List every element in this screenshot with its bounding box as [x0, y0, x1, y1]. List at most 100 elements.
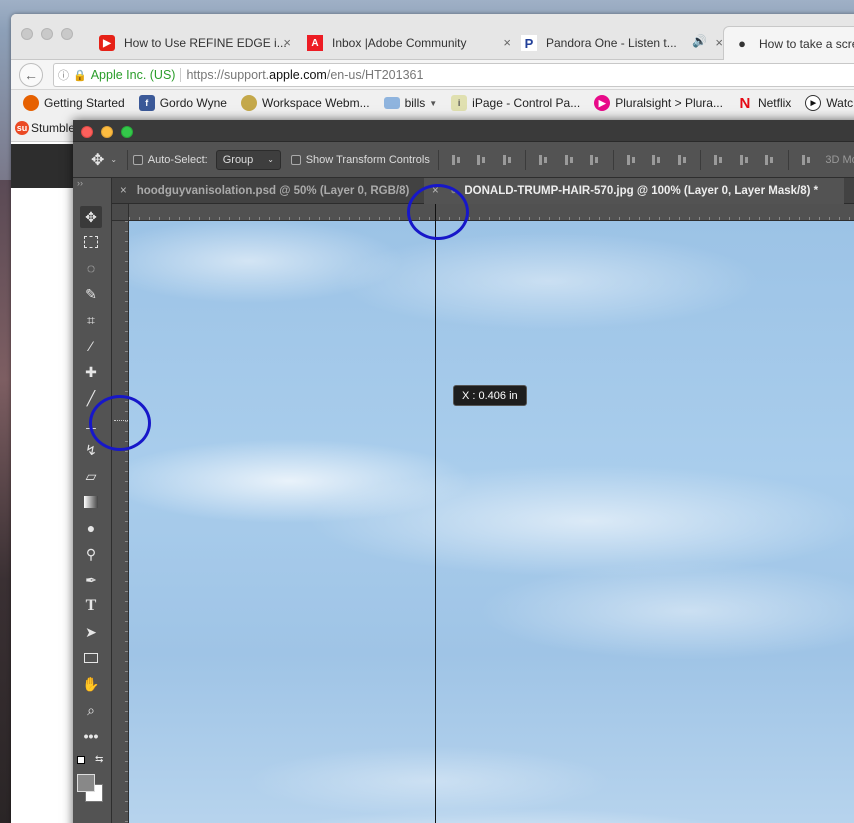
tools-panel: ›› ✥ ◌ ✎ ⌗ ⁄ ✚ ╱ ⊥ ↯ ▱ ● ⚲ ✒ T ➤ ✋ ⌕ •••… — [73, 178, 112, 823]
swap-colors-icon[interactable]: ⇆ — [95, 754, 103, 765]
distribute-horizontal-icon[interactable] — [738, 153, 752, 167]
annotation-circle — [89, 395, 151, 451]
align-left-edges-icon[interactable] — [537, 153, 551, 167]
tab-title: How to Use REFINE EDGE i... — [124, 36, 287, 50]
bookmark-ipage[interactable]: i iPage - Control Pa... — [451, 95, 580, 111]
url-input[interactable]: ⓘ 🔒 Apple Inc. (US) https://support. appl… — [53, 63, 854, 87]
browser-tab-bar: ▶ How to Use REFINE EDGE i... × A Inbox … — [11, 14, 854, 60]
auto-select-dropdown[interactable]: Group ⌄ — [215, 149, 281, 170]
youtube-icon: ▶ — [99, 35, 115, 51]
horizontal-ruler[interactable] — [129, 204, 854, 221]
auto-align-layers-icon[interactable] — [800, 153, 814, 167]
align-horizontal-centers-icon[interactable] — [563, 153, 577, 167]
bookmark-gordo-wyne[interactable]: f Gordo Wyne — [138, 95, 227, 111]
bookmarks-toolbar: Getting Started f Gordo Wyne Workspace W… — [11, 90, 854, 116]
rectangle-tool-icon[interactable] — [80, 647, 102, 669]
foreground-color-swatch[interactable] — [77, 774, 95, 792]
eraser-tool-icon[interactable]: ▱ — [80, 465, 102, 487]
guide-position-tooltip: X : 0.406 in — [453, 385, 527, 406]
align-bottom-edges-icon[interactable] — [501, 153, 515, 167]
lasso-tool-icon[interactable]: ◌ — [80, 257, 102, 279]
folder-icon — [383, 97, 400, 109]
vertical-guide[interactable] — [435, 204, 436, 823]
browser-tab-pandora[interactable]: P Pandora One - Listen t... 🔊 × — [521, 26, 731, 60]
move-tool-icon[interactable]: ✥ — [91, 150, 104, 170]
bookmark-folder-bills[interactable]: bills ▼ — [383, 96, 438, 110]
speaker-icon[interactable]: 🔊 — [692, 34, 707, 48]
blur-tool-icon[interactable]: ● — [80, 517, 102, 539]
more-tools-icon[interactable]: ••• — [80, 725, 102, 747]
transform-controls-label: Show Transform Controls — [305, 153, 430, 166]
align-vertical-centers-icon[interactable] — [475, 153, 489, 167]
marquee-tool-icon[interactable] — [80, 231, 102, 253]
document-canvas[interactable] — [129, 221, 854, 823]
ps-minimize-button[interactable] — [101, 126, 113, 138]
options-bar: ✥ ⌄ Auto-Select: Group ⌄ Show Transform … — [73, 142, 854, 178]
transform-controls-checkbox[interactable] — [291, 154, 301, 165]
apple-icon: ● — [738, 36, 746, 51]
ruler-origin[interactable] — [112, 204, 129, 221]
bookmark-netflix[interactable]: N Netflix — [737, 94, 792, 112]
pandora-icon: P — [521, 35, 537, 51]
healing-brush-tool-icon[interactable]: ✚ — [80, 361, 102, 383]
vertical-ruler[interactable] — [112, 221, 129, 823]
path-selection-tool-icon[interactable]: ➤ — [80, 621, 102, 643]
distribute-vertical-icon[interactable] — [650, 153, 664, 167]
close-window-button[interactable] — [21, 28, 33, 40]
distribute-bottom-icon[interactable] — [676, 153, 690, 167]
bookmark-workspace-webmail[interactable]: Workspace Webm... — [240, 95, 370, 111]
hand-tool-icon[interactable]: ✋ — [80, 673, 102, 695]
doc-tab-donald-trump-hair[interactable]: × ⚬ DONALD-TRUMP-HAIR-570.jpg @ 100% (La… — [424, 178, 844, 204]
adobe-icon: A — [307, 35, 323, 51]
bookmark-getting-started[interactable]: Getting Started — [23, 95, 125, 111]
lock-icon: 🔒 — [73, 69, 87, 82]
zoom-window-button[interactable] — [61, 28, 73, 40]
play-icon: ▶ — [805, 95, 822, 111]
close-tab-icon[interactable]: × — [715, 35, 723, 50]
chevron-down-icon: ⌄ — [267, 155, 274, 164]
info-icon[interactable]: ⓘ — [58, 67, 69, 83]
pen-tool-icon[interactable]: ✒ — [80, 569, 102, 591]
minimize-window-button[interactable] — [41, 28, 53, 40]
site-identity[interactable]: Apple Inc. (US) — [91, 68, 176, 82]
chevron-down-icon: ▼ — [429, 98, 438, 108]
back-arrow-icon: ← — [24, 67, 38, 83]
document-tabs: × hoodguyvanisolation.psd @ 50% (Layer 0… — [112, 178, 854, 204]
distribute-right-icon[interactable] — [763, 153, 777, 167]
distribute-left-icon[interactable] — [712, 153, 726, 167]
url-prefix: https://support. — [186, 68, 270, 82]
type-tool-icon[interactable]: T — [80, 595, 102, 617]
collapse-panel-icon[interactable]: ›› — [77, 178, 83, 188]
bookmark-stumble[interactable]: su Stumble — [15, 121, 75, 135]
annotation-circle — [407, 184, 469, 240]
close-tab-icon[interactable]: × — [120, 185, 127, 197]
netflix-icon: N — [739, 94, 751, 112]
zoom-tool-icon[interactable]: ⌕ — [80, 699, 102, 721]
pluralsight-icon: ▶ — [594, 95, 611, 111]
ps-zoom-button[interactable] — [121, 126, 133, 138]
distribute-top-icon[interactable] — [625, 153, 639, 167]
dodge-tool-icon[interactable]: ⚲ — [80, 543, 102, 565]
bookmark-watch[interactable]: ▶ Watc — [805, 95, 853, 111]
auto-select-checkbox[interactable] — [133, 154, 143, 165]
browser-tab-apple[interactable]: ● How to take a scree — [723, 26, 854, 60]
bookmark-pluralsight[interactable]: ▶ Pluralsight > Plura... — [594, 95, 723, 111]
align-right-edges-icon[interactable] — [588, 153, 602, 167]
ps-close-button[interactable] — [81, 126, 93, 138]
browser-tab-adobe[interactable]: A Inbox |Adobe Community × — [307, 26, 519, 60]
gradient-tool-icon[interactable] — [80, 491, 102, 513]
default-colors-icon[interactable] — [77, 756, 85, 764]
crop-tool-icon[interactable]: ⌗ — [80, 309, 102, 331]
back-button[interactable]: ← — [19, 63, 43, 87]
quick-selection-tool-icon[interactable]: ✎ — [80, 283, 102, 305]
align-top-edges-icon[interactable] — [450, 153, 464, 167]
close-tab-icon[interactable]: × — [503, 35, 511, 50]
webmail-icon — [240, 95, 257, 111]
facebook-icon: f — [138, 95, 155, 111]
doc-tab-hoodguy[interactable]: × hoodguyvanisolation.psd @ 50% (Layer 0… — [112, 178, 422, 204]
eyedropper-tool-icon[interactable]: ⁄ — [80, 335, 102, 357]
close-tab-icon[interactable]: × — [283, 35, 291, 50]
chevron-down-icon[interactable]: ⌄ — [110, 155, 117, 164]
browser-tab-youtube[interactable]: ▶ How to Use REFINE EDGE i... × — [99, 26, 299, 60]
move-tool-icon[interactable]: ✥ — [80, 206, 102, 228]
